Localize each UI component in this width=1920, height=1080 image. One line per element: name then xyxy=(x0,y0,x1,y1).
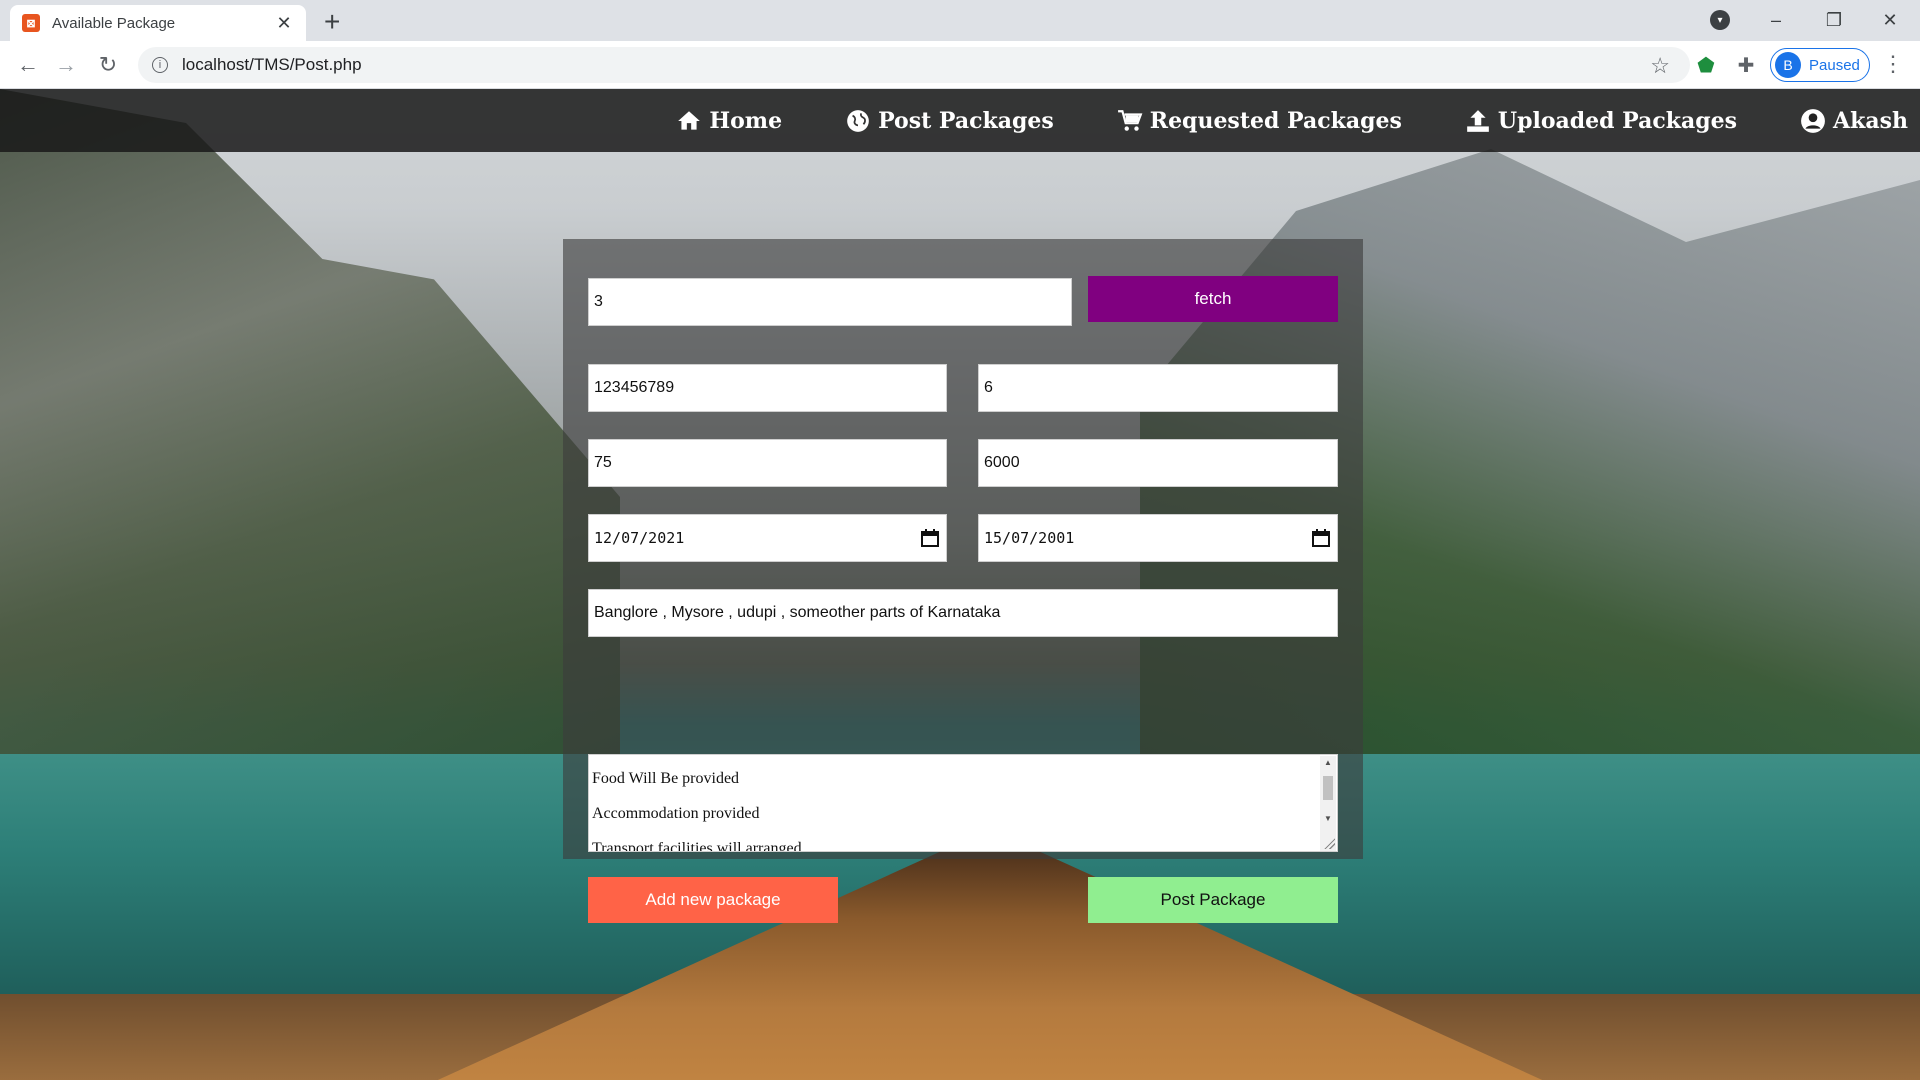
description-line: Food Will Be provided xyxy=(592,770,740,787)
field-c-input[interactable]: 75 xyxy=(588,439,947,487)
background-mountain-left xyxy=(0,89,620,769)
tab-title: Available Package xyxy=(52,14,176,32)
scroll-down-icon[interactable]: ▼ xyxy=(1320,812,1336,826)
reload-button[interactable]: ↻ xyxy=(94,51,122,79)
calendar-icon[interactable] xyxy=(1311,528,1331,548)
browser-menu-icon[interactable]: ⋮ xyxy=(1882,51,1904,77)
extensions-puzzle-icon[interactable]: ✚ xyxy=(1734,53,1758,77)
site-navbar: Home Post Packages Requested Packages Up… xyxy=(0,89,1920,152)
upload-icon xyxy=(1464,107,1492,135)
start-date-input[interactable]: 12/07/2021 xyxy=(588,514,947,562)
field-a-input[interactable]: 123456789 xyxy=(588,364,947,412)
post-package-form: 3 fetch 123456789 6 75 6000 12/07/2021 1… xyxy=(563,239,1363,923)
nav-uploaded-packages-label: Uploaded Packages xyxy=(1497,107,1738,134)
home-icon xyxy=(675,107,703,135)
tab-close-icon[interactable]: ✕ xyxy=(274,13,294,33)
forward-button[interactable]: → xyxy=(52,51,80,79)
nav-post-packages[interactable]: Post Packages xyxy=(844,107,1054,135)
nav-user-akash[interactable]: Akash xyxy=(1799,107,1908,135)
browser-tabstrip: ⊠ Available Package ✕ + ▾ – ❐ ✕ xyxy=(0,0,1920,41)
bookmark-star-icon[interactable]: ☆ xyxy=(1650,53,1670,79)
fetch-button[interactable]: fetch xyxy=(1088,276,1338,322)
nav-requested-packages-label: Requested Packages xyxy=(1149,107,1402,134)
package-id-input[interactable]: 3 xyxy=(588,278,1072,326)
avatar: B xyxy=(1775,52,1801,78)
browser-tab[interactable]: ⊠ Available Package ✕ xyxy=(10,5,306,41)
new-tab-button[interactable]: + xyxy=(324,8,340,36)
start-date-value: 12/07/2021 xyxy=(594,529,685,547)
resize-handle-icon[interactable] xyxy=(1323,837,1335,849)
browser-toolbar: ← → ↻ i localhost/TMS/Post.php ☆ ⬟ ✚ B P… xyxy=(0,41,1920,89)
end-date-value: 15/07/2001 xyxy=(984,529,1075,547)
site-info-icon[interactable]: i xyxy=(152,57,168,73)
close-window-button[interactable]: ✕ xyxy=(1870,4,1910,36)
add-new-package-button[interactable]: Add new package xyxy=(588,877,838,923)
nav-home-label: Home xyxy=(709,107,783,134)
end-date-input[interactable]: 15/07/2001 xyxy=(978,514,1338,562)
calendar-icon[interactable] xyxy=(920,528,940,548)
nav-uploaded-packages[interactable]: Uploaded Packages xyxy=(1464,107,1737,135)
nav-requested-packages[interactable]: Requested Packages xyxy=(1116,107,1402,135)
scroll-thumb[interactable] xyxy=(1323,776,1333,800)
address-bar[interactable]: i localhost/TMS/Post.php ☆ xyxy=(138,47,1690,83)
back-button[interactable]: ← xyxy=(14,51,42,79)
extension-icon[interactable]: ⬟ xyxy=(1694,53,1718,77)
field-b-input[interactable]: 6 xyxy=(978,364,1338,412)
user-circle-icon xyxy=(1799,107,1827,135)
nav-post-packages-label: Post Packages xyxy=(878,107,1054,134)
places-input[interactable]: Banglore , Mysore , udupi , someother pa… xyxy=(588,589,1338,637)
scroll-up-icon[interactable]: ▲ xyxy=(1320,756,1336,770)
description-line: Accommodation provided xyxy=(592,805,760,822)
tab-search-icon[interactable]: ▾ xyxy=(1710,10,1730,30)
nav-home[interactable]: Home xyxy=(675,107,782,135)
url-text: localhost/TMS/Post.php xyxy=(182,55,362,74)
nav-user-label: Akash xyxy=(1833,107,1908,134)
post-package-button[interactable]: Post Package xyxy=(1088,877,1338,923)
profile-status: Paused xyxy=(1809,56,1860,74)
site-favicon-icon: ⊠ xyxy=(22,14,40,32)
page-viewport: Home Post Packages Requested Packages Up… xyxy=(0,89,1920,1080)
globe-icon xyxy=(844,107,872,135)
minimize-button[interactable]: – xyxy=(1756,4,1796,36)
field-d-input[interactable]: 6000 xyxy=(978,439,1338,487)
description-line: Transport facilities will arranged xyxy=(592,840,802,852)
cart-icon xyxy=(1116,107,1144,135)
description-textarea[interactable]: Food Will Be provided Accommodation prov… xyxy=(588,754,1338,852)
restore-button[interactable]: ❐ xyxy=(1814,4,1854,36)
profile-button[interactable]: B Paused xyxy=(1770,48,1870,82)
